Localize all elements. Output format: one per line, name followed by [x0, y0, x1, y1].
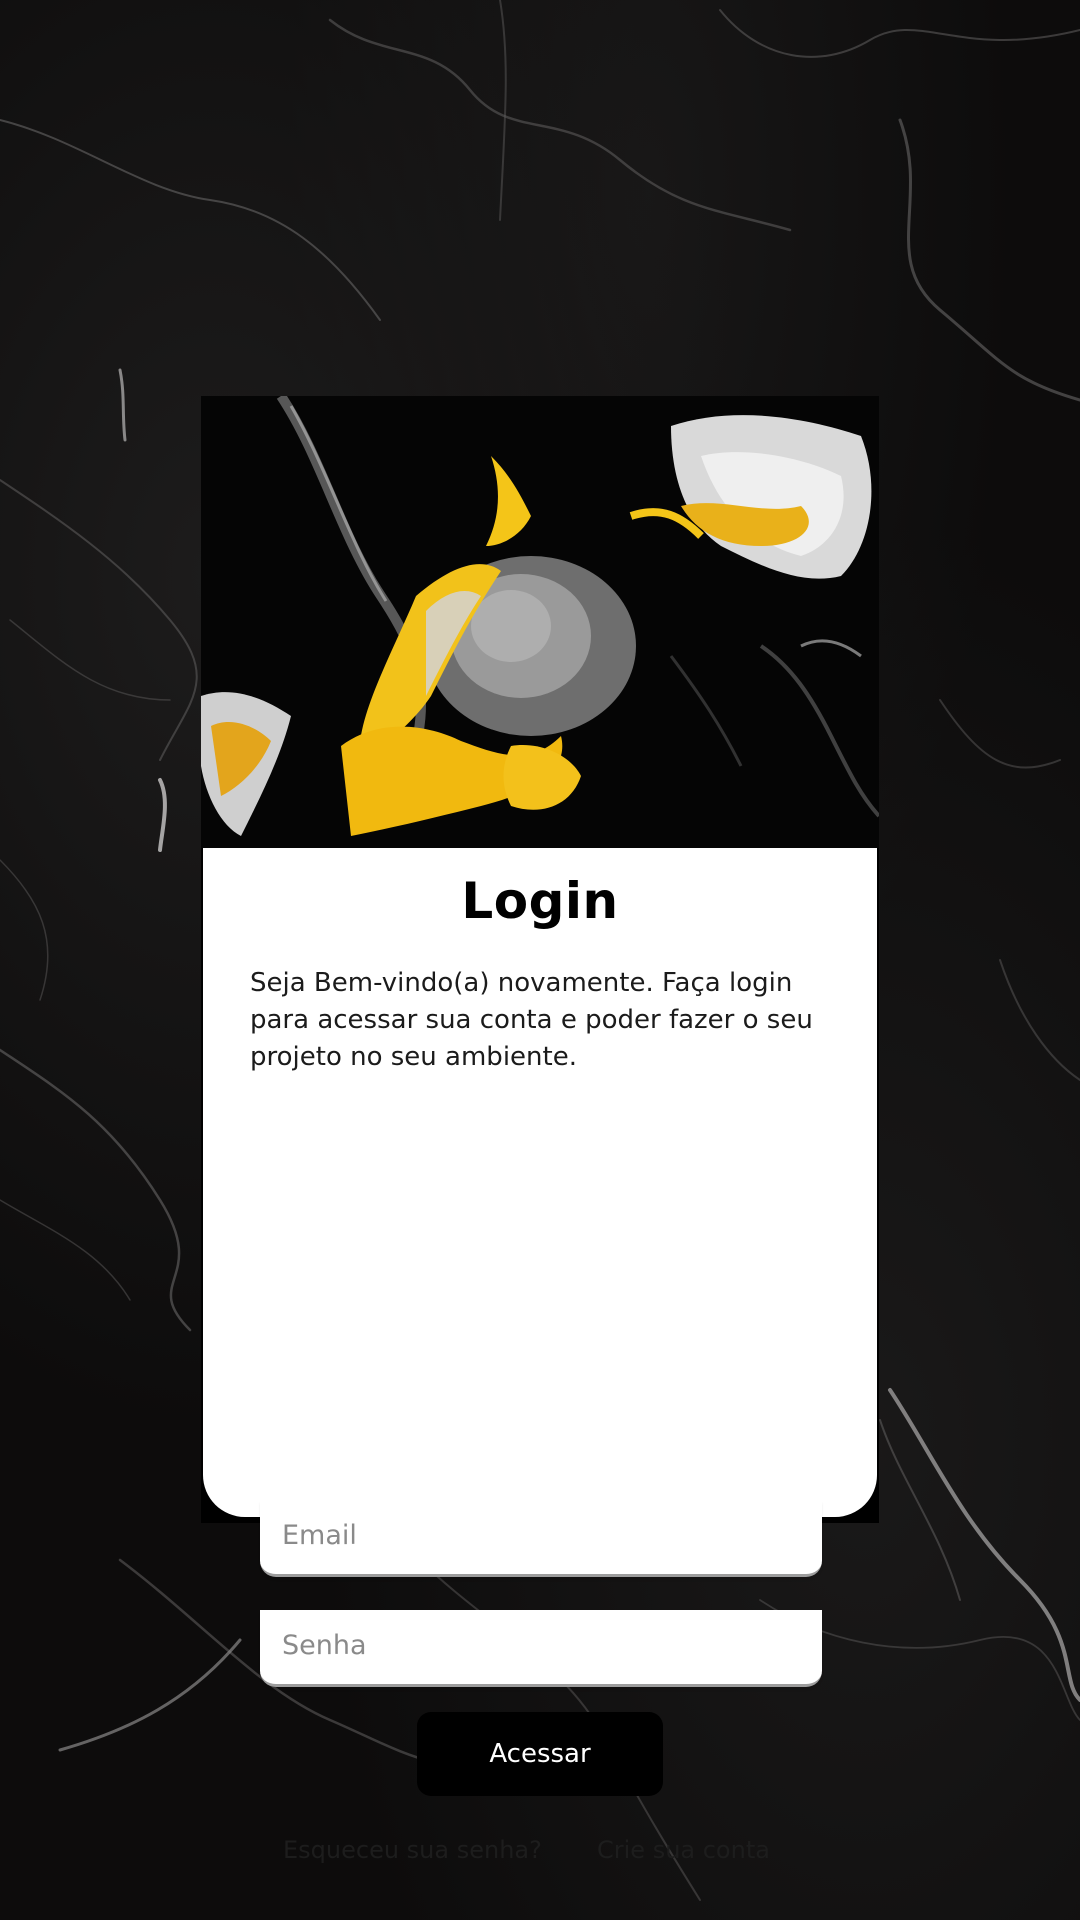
- login-card: Login Seja Bem-vindo(a) novamente. Faça …: [201, 396, 879, 1864]
- create-account-link[interactable]: Crie sua conta: [597, 1836, 770, 1864]
- email-field[interactable]: [260, 1500, 822, 1577]
- access-button[interactable]: Acessar: [417, 1712, 663, 1796]
- password-input[interactable]: [282, 1620, 802, 1670]
- welcome-message: Seja Bem-vindo(a) novamente. Faça login …: [250, 968, 813, 1072]
- password-field[interactable]: [260, 1610, 822, 1687]
- page-title: Login: [461, 872, 619, 930]
- email-input[interactable]: [282, 1510, 802, 1560]
- forgot-password-link[interactable]: Esqueceu sua senha?: [283, 1836, 542, 1864]
- abstract-marble-artwork: [201, 396, 879, 848]
- login-form-panel: Login Seja Bem-vindo(a) novamente. Faça …: [203, 848, 877, 1864]
